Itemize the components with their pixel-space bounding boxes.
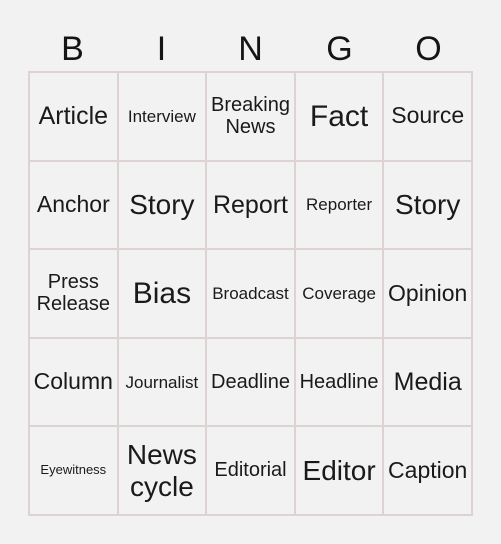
bingo-cell[interactable]: Coverage (295, 250, 385, 339)
header-letter-g: G (326, 29, 353, 68)
header-letter-i: I (156, 29, 167, 68)
bingo-cell[interactable]: Deadline (207, 338, 296, 428)
bingo-cell[interactable]: Column (30, 338, 119, 428)
bingo-cell[interactable]: Fact (295, 73, 385, 162)
bingo-cell-label: Opinion (388, 279, 468, 306)
bingo-cell[interactable]: Breaking News (207, 73, 296, 162)
bingo-cell[interactable]: Story (118, 161, 208, 251)
bingo-grid: Article Interview Breaking News Fact Sou… (28, 71, 473, 516)
bingo-cell[interactable]: Media (384, 338, 473, 428)
bingo-cell-label: Broadcast (212, 283, 289, 303)
bingo-cell[interactable]: Caption (384, 427, 473, 516)
bingo-cell-label: Anchor (36, 191, 110, 218)
bingo-cell-label: Breaking News (211, 93, 290, 139)
bingo-cell[interactable]: Press Release (30, 250, 119, 339)
bingo-cell[interactable]: Headline (295, 338, 385, 428)
bingo-cell[interactable]: Source (384, 73, 473, 162)
header-letter-n: N (238, 29, 263, 68)
bingo-cell-label: Caption (388, 456, 468, 483)
bingo-cell-label: Report (212, 190, 289, 219)
bingo-cell-label: Press Release (36, 271, 110, 316)
bingo-card: B I N G O Article Interview Breaking New… (0, 0, 501, 544)
bingo-cell-label: News cycle (126, 439, 197, 502)
bingo-cell-label: Fact (309, 99, 369, 133)
bingo-cell-label: Story (129, 189, 195, 221)
bingo-cell[interactable]: Story (384, 161, 473, 251)
bingo-header: B I N G O (28, 26, 473, 71)
bingo-cell[interactable]: Opinion (384, 250, 473, 339)
bingo-cell-label: Column (33, 368, 113, 395)
bingo-cell[interactable]: Journalist (118, 338, 208, 428)
bingo-cell[interactable]: Interview (118, 73, 208, 162)
bingo-cell-label: Interview (127, 106, 196, 126)
bingo-cell-label: Deadline (211, 370, 290, 393)
bingo-cell-label: Source (391, 102, 465, 129)
bingo-cell[interactable]: News cycle (118, 427, 208, 516)
bingo-cell-label: Article (38, 102, 109, 131)
bingo-cell-label: Journalist (125, 372, 199, 392)
bingo-cell[interactable]: Article (30, 73, 119, 162)
header-letter-o: O (415, 29, 442, 68)
bingo-cell-label: Headline (299, 370, 379, 393)
bingo-cell[interactable]: Report (207, 161, 296, 251)
bingo-cell[interactable]: Editorial (207, 427, 296, 516)
bingo-cell-label: Reporter (306, 195, 373, 215)
bingo-cell[interactable]: Anchor (30, 161, 119, 251)
bingo-cell-label: Coverage (302, 283, 376, 303)
bingo-cell[interactable]: Broadcast (207, 250, 296, 339)
bingo-cell-label: Editor (302, 455, 376, 486)
bingo-cell[interactable]: Bias (118, 250, 208, 339)
bingo-cell-label: Story (395, 189, 461, 221)
bingo-cell-label: Eyewitness (40, 462, 107, 478)
bingo-cell-label: Bias (132, 276, 192, 310)
bingo-cell[interactable]: Editor (295, 427, 385, 516)
bingo-cell[interactable]: Eyewitness (30, 427, 119, 516)
header-letter-b: B (61, 29, 84, 68)
bingo-cell-label: Media (393, 368, 462, 397)
bingo-cell-label: Editorial (214, 459, 287, 482)
bingo-cell[interactable]: Reporter (295, 161, 385, 251)
